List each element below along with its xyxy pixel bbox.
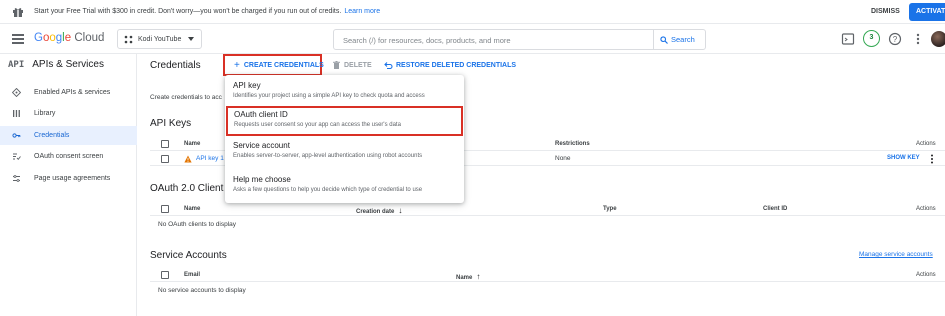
select-all-checkbox[interactable]: [161, 271, 169, 279]
menu-item-oauth-client-id[interactable]: OAuth client ID Requests user consent so…: [226, 106, 463, 136]
sidebar-item-enabled-apis[interactable]: Enabled APIs & services: [0, 83, 137, 102]
more-vert-icon[interactable]: [911, 32, 925, 46]
banner-message: Start your Free Trial with $300 in credi…: [34, 8, 342, 15]
left-nav: API APIs & Services Enabled APIs & servi…: [0, 54, 137, 316]
name-header[interactable]: Name ↑: [456, 272, 480, 281]
learn-more-link[interactable]: Learn more: [344, 8, 380, 15]
show-key-button[interactable]: SHOW KEY: [887, 155, 920, 161]
service-accounts-header: Email Name ↑ Actions: [150, 269, 945, 282]
create-credentials-menu: API key Identifies your project using a …: [225, 75, 464, 203]
consent-icon: [12, 152, 21, 161]
dismiss-button[interactable]: DISMISS: [871, 8, 900, 15]
api-key-name-link[interactable]: API key 1: [196, 155, 224, 162]
sidebar-item-credentials[interactable]: Credentials: [0, 126, 137, 145]
search-input[interactable]: Search (/) for resources, docs, products…: [343, 36, 511, 45]
sidebar-item-page-usage[interactable]: Page usage agreements: [0, 169, 137, 188]
menu-item-service-account[interactable]: Service account Enables server-to-server…: [225, 137, 464, 167]
menu-icon[interactable]: [12, 34, 24, 44]
service-accounts-title: Service Accounts: [150, 250, 227, 261]
avatar[interactable]: [931, 31, 945, 47]
sidebar-item-oauth-consent[interactable]: OAuth consent screen: [0, 147, 137, 166]
service-accounts-empty-text: No service accounts to display: [158, 287, 246, 294]
manage-service-accounts-link[interactable]: Manage service accounts: [859, 251, 933, 258]
search-button[interactable]: Search: [653, 30, 705, 49]
delete-button[interactable]: DELETE: [333, 61, 372, 69]
help-icon[interactable]: ?: [888, 32, 902, 46]
creation-date-header[interactable]: Creation date ↓: [356, 206, 402, 215]
settings-list-icon: [12, 174, 21, 183]
sidebar-item-library[interactable]: Library: [0, 104, 137, 123]
search-icon: [660, 35, 668, 44]
cloud-shell-icon[interactable]: [841, 32, 855, 46]
oauth-title: OAuth 2.0 Client I: [150, 183, 229, 194]
diamond-grid-icon: [12, 88, 21, 97]
nav-title: APIs & Services: [32, 59, 104, 70]
project-dots-icon: [124, 35, 133, 43]
activate-button[interactable]: ACTIVATE: [909, 3, 945, 21]
svg-text:?: ?: [893, 35, 898, 44]
menu-item-api-key[interactable]: API key Identifies your project using a …: [225, 77, 464, 107]
trash-icon: [333, 61, 340, 69]
menu-item-help-me-choose[interactable]: Help me choose Asks a few questions to h…: [225, 171, 464, 201]
create-credentials-button[interactable]: + CREATE CREDENTIALS: [223, 54, 324, 76]
gift-icon: [13, 7, 23, 17]
project-name: Kodi YouTube: [138, 35, 182, 43]
page-title: Credentials: [150, 60, 201, 71]
plus-icon: +: [234, 59, 240, 71]
api-icon: API: [8, 59, 25, 70]
arrow-down-icon: ↓: [398, 206, 403, 215]
intro-text: Create credentials to acc: [150, 94, 222, 101]
library-icon: [12, 109, 21, 118]
google-cloud-logo[interactable]: Google Cloud: [34, 32, 104, 44]
restrictions-value: None: [555, 155, 571, 162]
warning-icon: [184, 155, 192, 163]
arrow-up-icon: ↑: [476, 272, 481, 281]
trial-banner: Start your Free Trial with $300 in credi…: [0, 0, 945, 24]
gcp-console: Start your Free Trial with $300 in credi…: [0, 0, 945, 316]
top-bar: Google Cloud Kodi YouTube Search (/) for…: [0, 24, 945, 54]
undo-icon: [384, 62, 393, 69]
oauth-header: Name Creation date ↓ Type Client ID Actio…: [150, 203, 945, 216]
select-all-checkbox[interactable]: [161, 205, 169, 213]
select-all-checkbox[interactable]: [161, 140, 169, 148]
key-icon: [12, 131, 21, 140]
oauth-empty-text: No OAuth clients to display: [158, 221, 237, 228]
nav-header: API APIs & Services: [8, 59, 104, 70]
project-selector[interactable]: Kodi YouTube: [117, 29, 202, 49]
api-keys-title: API Keys: [150, 118, 192, 129]
row-checkbox[interactable]: [161, 155, 169, 163]
restore-deleted-button[interactable]: RESTORE DELETED CREDENTIALS: [384, 61, 516, 69]
chevron-down-icon: [188, 37, 194, 41]
search-box[interactable]: Search (/) for resources, docs, products…: [333, 29, 706, 50]
notification-count-badge[interactable]: 3: [863, 30, 880, 47]
more-vert-icon[interactable]: [930, 154, 934, 164]
